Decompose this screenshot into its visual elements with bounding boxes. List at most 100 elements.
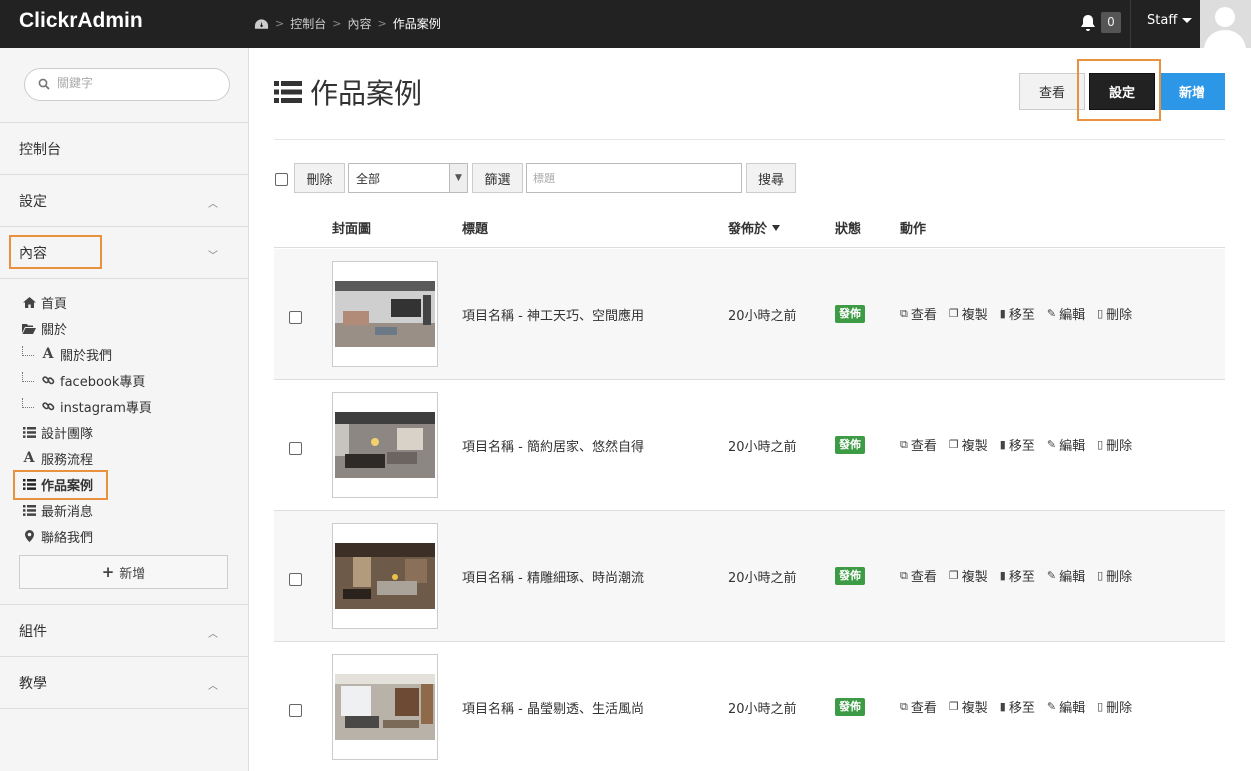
move-action[interactable]: ▮ 移至 — [1000, 697, 1035, 716]
keyword-input[interactable]: 標題 — [526, 163, 742, 193]
sidebar-item-instagram[interactable]: instagram專頁 — [22, 396, 152, 416]
cover-thumbnail[interactable] — [332, 392, 438, 498]
view-action[interactable]: ⧉ 查看 — [900, 566, 937, 586]
select-all-checkbox[interactable] — [275, 173, 288, 186]
view-action[interactable]: ⧉ 查看 — [900, 435, 937, 455]
status-badge: 發佈 — [835, 567, 865, 585]
breadcrumb: > 控制台 > 內容 > 作品案例 — [254, 15, 441, 32]
sidebar-item-news[interactable]: 最新消息 — [22, 500, 93, 520]
dashboard-icon[interactable] — [254, 18, 269, 30]
caret-down-icon — [1182, 18, 1193, 23]
row-checkbox[interactable] — [289, 573, 302, 586]
row-checkbox[interactable] — [289, 704, 302, 717]
sidebar-section-dashboard[interactable]: 控制台 — [0, 122, 248, 174]
external-link-icon: ⧉ — [900, 306, 908, 320]
user-name: Staff — [1147, 13, 1178, 28]
view-button[interactable]: 查看 — [1019, 73, 1085, 110]
row-title[interactable]: 項目名稱 - 精雕細琢、時尚潮流 — [462, 567, 644, 586]
delete-action[interactable]: ▯ 刪除 — [1097, 697, 1132, 716]
column-published-label: 發佈於 — [728, 222, 768, 237]
sidebar-section-components[interactable]: 組件 ︿ — [0, 604, 248, 656]
sidebar-item-label: 聯絡我們 — [41, 530, 94, 546]
user-menu[interactable]: Staff — [1147, 13, 1193, 28]
row-title[interactable]: 項目名稱 - 晶瑩剔透、生活風尚 — [462, 698, 644, 717]
breadcrumb-separator: > — [332, 17, 342, 30]
row-checkbox[interactable] — [289, 442, 302, 455]
delete-action[interactable]: ▯ 刪除 — [1097, 566, 1132, 585]
edit-action[interactable]: ✎ 編輯 — [1047, 304, 1085, 323]
sidebar-section-tutorial[interactable]: 教學 ︿ — [0, 656, 248, 708]
status-badge: 發佈 — [835, 698, 865, 716]
sidebar-item-label: 關於我們 — [60, 348, 113, 364]
column-title[interactable]: 標題 — [462, 218, 488, 237]
column-cover: 封面圖 — [332, 222, 372, 237]
view-action-label: 查看 — [910, 439, 937, 454]
row-actions: ⧉ 查看 ❐ 複製 ▮ 移至 ✎ 編輯 ▯ 刪除 — [900, 304, 1132, 324]
map-marker-icon — [22, 530, 36, 542]
cover-thumbnail[interactable] — [332, 261, 438, 367]
avatar[interactable] — [1200, 0, 1251, 48]
chevron-up-icon: ︿ — [208, 629, 218, 640]
sidebar-item-about-us[interactable]: A 關於我們 — [22, 344, 112, 364]
section-label: 控制台 — [19, 142, 61, 158]
section-label: 組件 — [19, 624, 47, 640]
view-action[interactable]: ⧉ 查看 — [900, 304, 937, 324]
status-badge: 發佈 — [835, 436, 865, 454]
cover-thumbnail[interactable] — [332, 523, 438, 629]
move-action[interactable]: ▮ 移至 — [1000, 435, 1035, 454]
view-action[interactable]: ⧉ 查看 — [900, 697, 937, 717]
brand-logo[interactable]: ClickrAdmin — [19, 9, 143, 33]
edit-action[interactable]: ✎ 編輯 — [1047, 697, 1085, 716]
row-actions: ⧉ 查看 ❐ 複製 ▮ 移至 ✎ 編輯 ▯ 刪除 — [900, 697, 1132, 717]
page-title: 作品案例 — [274, 72, 422, 112]
copy-action[interactable]: ❐ 複製 — [949, 435, 988, 454]
cover-image — [335, 281, 435, 347]
cover-thumbnail[interactable] — [332, 654, 438, 760]
column-published[interactable]: 發佈於 — [728, 218, 781, 237]
table-row: 項目名稱 - 簡約居家、悠然自得 20小時之前 發佈 ⧉ 查看 ❐ 複製 ▮ 移至 ✎… — [274, 380, 1225, 511]
notification-count[interactable]: 0 — [1101, 12, 1121, 33]
edit-action[interactable]: ✎ 編輯 — [1047, 435, 1085, 454]
add-page-button[interactable]: + 新增 — [19, 555, 228, 589]
chevron-down-icon: ﹀ — [208, 251, 218, 262]
filter-select[interactable]: 全部 ▼ — [348, 163, 468, 193]
breadcrumb-dashboard[interactable]: 控制台 — [290, 15, 326, 32]
move-action[interactable]: ▮ 移至 — [1000, 566, 1035, 585]
filter-select-value: 全部 — [356, 171, 381, 186]
sidebar-item-facebook[interactable]: facebook專頁 — [22, 370, 145, 390]
chevron-up-icon: ︿ — [208, 199, 218, 210]
copy-action[interactable]: ❐ 複製 — [949, 304, 988, 323]
copy-action[interactable]: ❐ 複製 — [949, 697, 988, 716]
edit-action-label: 編輯 — [1059, 570, 1086, 585]
row-title[interactable]: 項目名稱 - 簡約居家、悠然自得 — [462, 436, 644, 455]
sidebar-item-contact[interactable]: 聯絡我們 — [22, 526, 93, 546]
edit-action[interactable]: ✎ 編輯 — [1047, 566, 1085, 585]
table-row: 項目名稱 - 精雕細琢、時尚潮流 20小時之前 發佈 ⧉ 查看 ❐ 複製 ▮ 移至 ✎… — [274, 511, 1225, 642]
new-button[interactable]: 新增 — [1159, 73, 1225, 110]
sidebar-item-design-team[interactable]: 設計團隊 — [22, 422, 93, 442]
sidebar-section-content[interactable]: 內容 ﹀ — [0, 226, 248, 278]
move-action[interactable]: ▮ 移至 — [1000, 304, 1035, 323]
delete-action[interactable]: ▯ 刪除 — [1097, 435, 1132, 454]
folder-open-icon — [22, 323, 36, 334]
delete-action[interactable]: ▯ 刪除 — [1097, 304, 1132, 323]
sidebar-section-settings[interactable]: 設定 ︿ — [0, 174, 248, 226]
copy-action-label: 複製 — [961, 308, 988, 323]
sidebar: 控制台 設定 ︿ 內容 ﹀ 首頁 關於 A 關於我們 facebook專頁 — [0, 48, 249, 771]
bell-icon[interactable] — [1080, 14, 1096, 32]
sidebar-item-about[interactable]: 關於 — [22, 318, 67, 338]
sidebar-item-home[interactable]: 首頁 — [22, 292, 67, 312]
delete-action-label: 刪除 — [1106, 701, 1133, 716]
view-action-label: 查看 — [910, 308, 937, 323]
search-input[interactable] — [57, 76, 217, 90]
row-checkbox[interactable] — [289, 311, 302, 324]
search-button[interactable]: 搜尋 — [746, 163, 796, 193]
breadcrumb-content[interactable]: 內容 — [347, 15, 371, 32]
row-title[interactable]: 項目名稱 - 神工天巧、空間應用 — [462, 305, 644, 324]
sidebar-search[interactable] — [24, 68, 230, 101]
bulk-delete-button[interactable]: 刪除 — [294, 163, 345, 193]
delete-action-label: 刪除 — [1106, 308, 1133, 323]
copy-action[interactable]: ❐ 複製 — [949, 566, 988, 585]
sidebar-item-service-flow[interactable]: A 服務流程 — [22, 448, 93, 468]
filter-button[interactable]: 篩選 — [472, 163, 523, 193]
